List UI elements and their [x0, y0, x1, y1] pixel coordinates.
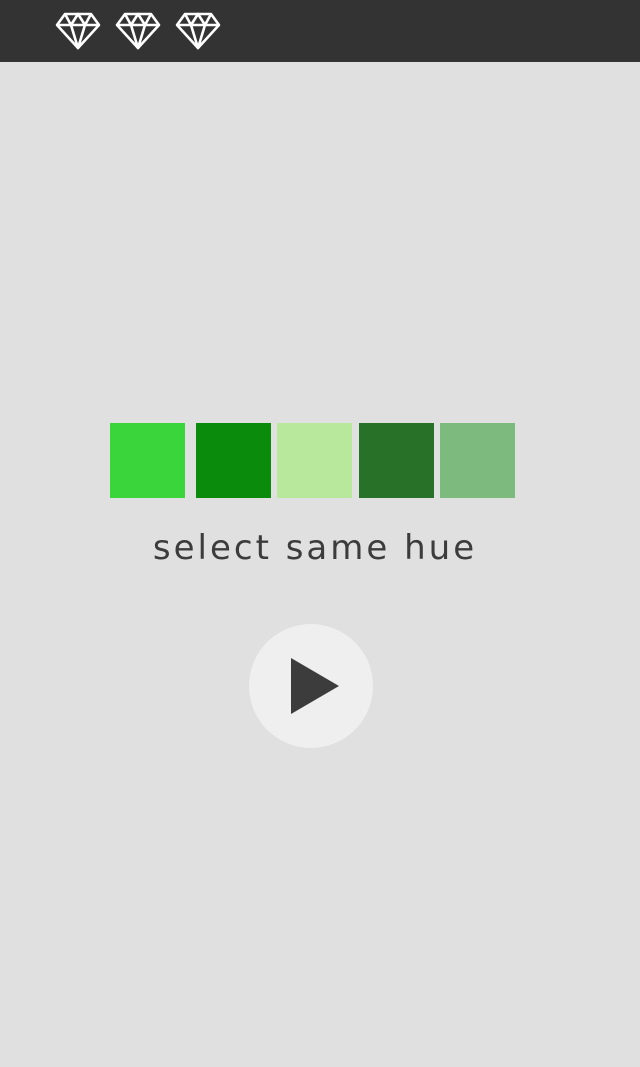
diamond-icon	[175, 12, 221, 50]
top-bar	[0, 0, 640, 62]
color-swatch[interactable]	[110, 423, 185, 498]
color-swatch[interactable]	[359, 423, 434, 498]
color-swatch[interactable]	[196, 423, 271, 498]
color-swatch[interactable]	[440, 423, 515, 498]
instruction-text: select same hue	[152, 528, 478, 568]
diamond-icon	[115, 12, 161, 50]
play-icon	[291, 658, 339, 714]
game-screen: select same hue	[0, 0, 640, 1067]
diamond-icon	[55, 12, 101, 50]
color-swatch[interactable]	[277, 423, 352, 498]
play-button[interactable]	[249, 624, 373, 748]
